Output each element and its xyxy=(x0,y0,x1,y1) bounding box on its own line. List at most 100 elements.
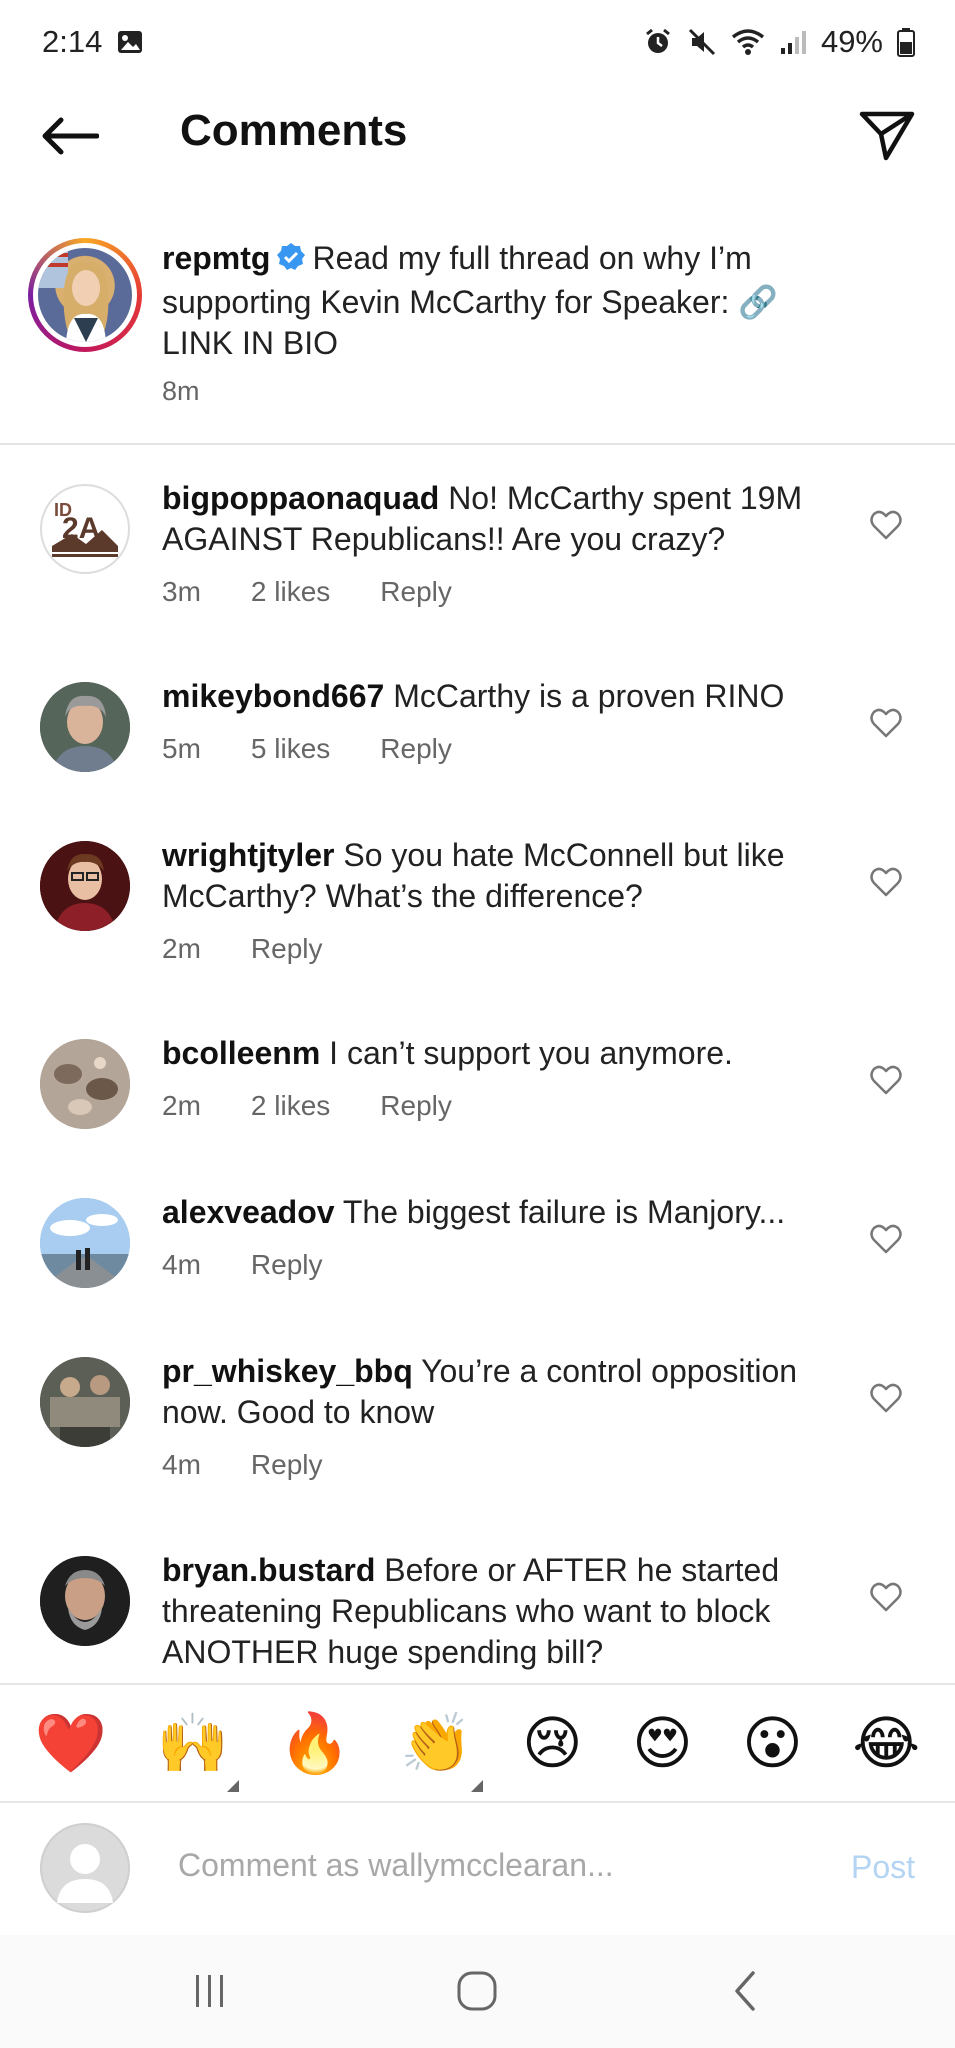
chevron-left-icon xyxy=(735,1971,755,2011)
avatar[interactable] xyxy=(40,1357,130,1447)
comment-time: 3m xyxy=(162,576,201,607)
arrow-left-icon xyxy=(42,117,99,155)
caption-username[interactable]: repmtg xyxy=(162,240,270,276)
skin-tone-indicator-icon xyxy=(226,1780,239,1792)
comment-username[interactable]: bcolleenm xyxy=(162,1035,320,1071)
back-button[interactable] xyxy=(36,108,102,164)
emoji-clapping[interactable]: 👏 xyxy=(400,1714,483,1792)
skin-tone-indicator-icon xyxy=(470,1780,483,1792)
reply-button[interactable]: Reply xyxy=(251,1449,323,1481)
heart-icon xyxy=(870,1065,902,1095)
status-right: 49% xyxy=(643,24,915,60)
comment-item: bryan.bustard Before or AFTER he started… xyxy=(0,1550,955,1683)
reply-button[interactable]: Reply xyxy=(251,933,323,965)
comment-username[interactable]: mikeybond667 xyxy=(162,678,384,714)
comment-item: ID 2A bigpoppaonaquad No! McCarthy spent… xyxy=(0,478,955,648)
comment-item: mikeybond667 McCarthy is a proven RINO 5… xyxy=(0,676,955,806)
like-button[interactable] xyxy=(868,1063,904,1097)
heart-icon xyxy=(870,1224,902,1254)
like-button[interactable] xyxy=(868,865,904,899)
like-button[interactable] xyxy=(868,508,904,542)
comment-time: 4m xyxy=(162,1249,201,1280)
comment-likes[interactable]: 5 likes xyxy=(251,733,330,765)
emoji-raising-hands[interactable]: 🙌 xyxy=(157,1714,239,1792)
status-time: 2:14 xyxy=(42,24,103,59)
comment-item: bcolleenm I can’t support you anymore. 2… xyxy=(0,1033,955,1163)
comment-body: bcolleenm I can’t support you anymore. xyxy=(162,1033,842,1074)
comment-body: pr_whiskey_bbq You’re a control oppositi… xyxy=(162,1351,842,1433)
avatar[interactable] xyxy=(40,682,130,772)
emoji-heart[interactable]: ❤️ xyxy=(35,1714,107,1772)
recent-apps-icon xyxy=(196,1975,223,2007)
like-button[interactable] xyxy=(868,706,904,740)
system-back-button[interactable] xyxy=(714,1963,774,2019)
post-button[interactable]: Post xyxy=(851,1849,915,1886)
comment-item: wrightjtyler So you hate McConnell but l… xyxy=(0,835,955,1005)
avatar[interactable] xyxy=(40,1039,130,1129)
home-button[interactable] xyxy=(447,1963,507,2019)
comment-username[interactable]: bryan.bustard xyxy=(162,1552,375,1588)
emoji-fire[interactable]: 🔥 xyxy=(278,1714,350,1772)
comment-body: mikeybond667 McCarthy is a proven RINO xyxy=(162,676,842,717)
comment-likes[interactable]: 2 likes xyxy=(251,576,330,608)
avatar[interactable] xyxy=(40,1198,130,1288)
emoji-glyph: 👏 xyxy=(400,1709,473,1777)
comment-meta: 5m 5 likes Reply xyxy=(162,733,452,765)
emoji-surprised[interactable]: 😮 xyxy=(742,1714,802,1772)
comment-username[interactable]: alexveadov xyxy=(162,1194,335,1230)
comment-time: 2m xyxy=(162,933,201,964)
reply-button[interactable]: Reply xyxy=(251,1249,323,1281)
alarm-icon xyxy=(643,27,673,57)
heart-icon xyxy=(870,867,902,897)
comment-body: wrightjtyler So you hate McConnell but l… xyxy=(162,835,842,917)
emoji-heart-eyes[interactable]: 😍 xyxy=(632,1714,692,1772)
recent-apps-button[interactable] xyxy=(180,1963,240,2019)
reply-button[interactable]: Reply xyxy=(380,733,452,765)
paper-plane-icon xyxy=(859,111,915,161)
comment-meta: 2m 2 likes Reply xyxy=(162,1090,452,1122)
post-caption: repmtg Read my full thread on why I’m sup… xyxy=(0,230,955,445)
avatar[interactable] xyxy=(40,841,130,931)
battery-icon xyxy=(897,27,915,57)
heart-icon xyxy=(870,1383,902,1413)
comment-input[interactable] xyxy=(178,1835,798,1895)
reply-button[interactable]: Reply xyxy=(380,1090,452,1122)
comment-text: I can’t support you anymore. xyxy=(329,1035,733,1071)
comment-time: 2m xyxy=(162,1090,201,1121)
emoji-crying[interactable]: 😢 xyxy=(522,1714,582,1772)
comment-time: 4m xyxy=(162,1449,201,1480)
heart-icon xyxy=(870,708,902,738)
emoji-glyph: 🙌 xyxy=(156,1709,229,1777)
like-button[interactable] xyxy=(868,1381,904,1415)
reply-button[interactable]: Reply xyxy=(380,576,452,608)
battery-percent: 49% xyxy=(820,24,883,59)
heart-icon xyxy=(870,510,902,540)
comment-item: alexveadov The biggest failure is Manjor… xyxy=(0,1192,955,1322)
verified-badge-icon xyxy=(276,241,306,282)
comment-text: The biggest failure is Manjory... xyxy=(342,1194,786,1230)
comment-composer: Post xyxy=(0,1805,955,1935)
comment-meta: 4m Reply xyxy=(162,1449,323,1481)
share-button[interactable] xyxy=(855,104,919,168)
gallery-notification-icon xyxy=(116,28,144,56)
signal-icon xyxy=(779,28,807,56)
like-button[interactable] xyxy=(868,1580,904,1614)
status-bar: 2:14 49% xyxy=(0,0,955,84)
avatar[interactable]: ID 2A xyxy=(40,484,130,574)
like-button[interactable] xyxy=(868,1222,904,1256)
comment-username[interactable]: bigpoppaonaquad xyxy=(162,480,439,516)
comment-text: McCarthy is a proven RINO xyxy=(393,678,785,714)
comment-username[interactable]: pr_whiskey_bbq xyxy=(162,1353,413,1389)
avatar[interactable] xyxy=(40,1556,130,1646)
wifi-icon xyxy=(731,27,765,57)
avatar xyxy=(38,248,132,342)
caption-text: repmtg Read my full thread on why I’m sup… xyxy=(162,238,842,364)
emoji-laughing[interactable]: 😂 xyxy=(852,1714,920,1772)
comment-username[interactable]: wrightjtyler xyxy=(162,837,334,873)
page-title: Comments xyxy=(180,106,408,155)
user-avatar-placeholder-icon xyxy=(40,1823,130,1913)
home-icon xyxy=(457,1971,497,2011)
avatar-story-ring[interactable] xyxy=(28,238,142,352)
comment-likes[interactable]: 2 likes xyxy=(251,1090,330,1122)
comment-body: alexveadov The biggest failure is Manjor… xyxy=(162,1192,842,1233)
